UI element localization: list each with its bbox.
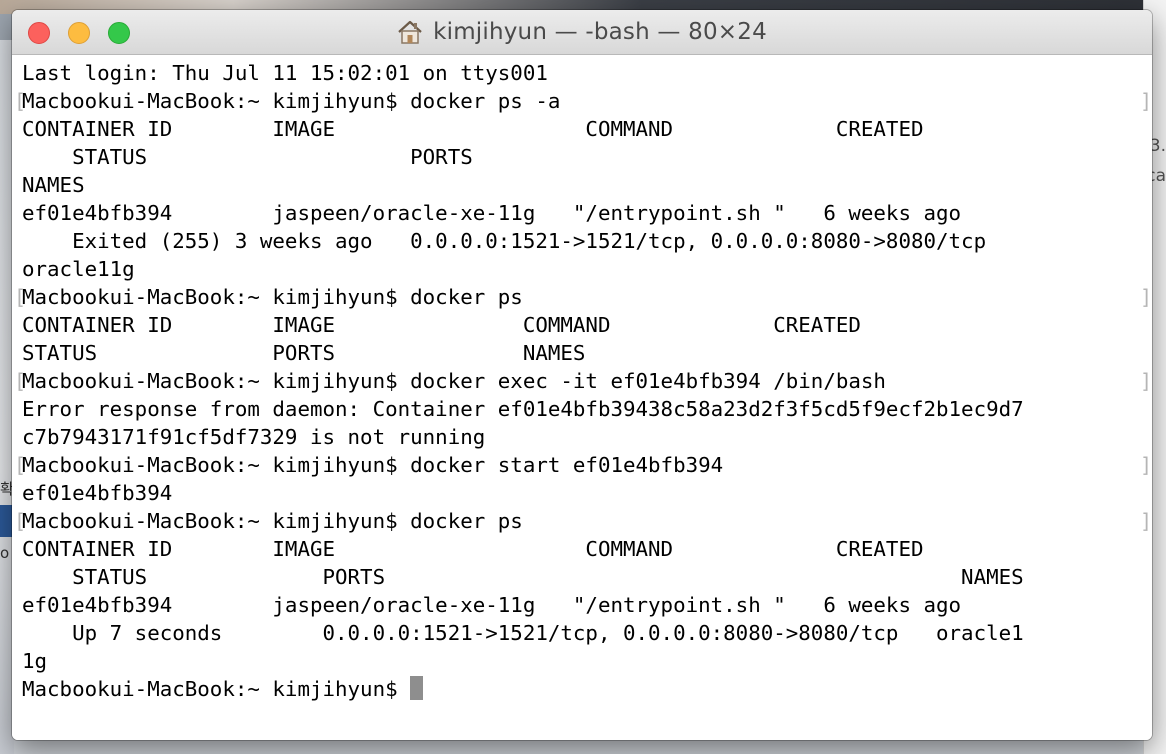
line-mark-bracket: [ <box>14 453 27 477</box>
line-mark-bracket: [ <box>14 285 27 309</box>
line-mark-bracket: [ <box>14 89 27 113</box>
terminal-line: Up 7 seconds 0.0.0.0:1521->1521/tcp, 0.0… <box>22 621 1024 645</box>
terminal-line: Last login: Thu Jul 11 15:02:01 on ttys0… <box>22 61 548 85</box>
terminal-line: CONTAINER ID IMAGE COMMAND CREATED <box>22 313 861 337</box>
terminal-line: Macbookui-MacBook:~ kimjihyun$ docker ps <box>22 509 523 533</box>
window-title-group: kimjihyun — -bash — 80×24 <box>12 10 1152 54</box>
terminal-line: NAMES <box>22 173 85 197</box>
terminal-output: Last login: Thu Jul 11 15:02:01 on ttys0… <box>22 59 1024 703</box>
window-title: kimjihyun — -bash — 80×24 <box>433 19 767 45</box>
terminal-line: ef01e4bfb394 jaspeen/oracle-xe-11g "/ent… <box>22 201 962 225</box>
terminal-line: oracle11g <box>22 257 135 281</box>
terminal-line: STATUS PORTS NAMES <box>22 565 1024 589</box>
title-bar[interactable]: kimjihyun — -bash — 80×24 <box>12 10 1152 55</box>
terminal-line: Macbookui-MacBook:~ kimjihyun$ docker ps… <box>22 89 561 113</box>
terminal-content[interactable]: Last login: Thu Jul 11 15:02:01 on ttys0… <box>12 55 1152 740</box>
line-mark-bracket: [ <box>14 509 27 533</box>
line-mark-bracket: ] <box>1140 453 1152 477</box>
background-text-fragment: 3. <box>1149 136 1166 156</box>
terminal-line: CONTAINER ID IMAGE COMMAND CREATED <box>22 117 924 141</box>
terminal-line: 1g <box>22 649 48 673</box>
line-mark-bracket: [ <box>14 369 27 393</box>
line-mark-bracket: ] <box>1140 369 1152 393</box>
terminal-line: STATUS PORTS NAMES <box>22 341 586 365</box>
terminal-line: CONTAINER ID IMAGE COMMAND CREATED <box>22 537 924 561</box>
terminal-line: ef01e4bfb394 jaspeen/oracle-xe-11g "/ent… <box>22 593 962 617</box>
background-window-left-bar <box>0 505 12 537</box>
terminal-line: ef01e4bfb394 <box>22 481 173 505</box>
background-text-fragment: o <box>0 544 10 562</box>
terminal-line: Exited (255) 3 weeks ago 0.0.0.0:1521->1… <box>22 229 987 253</box>
terminal-line: Error response from daemon: Container ef… <box>22 397 1024 421</box>
terminal-prompt-line[interactable]: Macbookui-MacBook:~ kimjihyun$ <box>22 675 1024 703</box>
line-mark-bracket: ] <box>1140 89 1152 113</box>
line-mark-bracket: ] <box>1140 285 1152 309</box>
prompt-text: Macbookui-MacBook:~ kimjihyun$ <box>22 677 411 701</box>
line-mark-bracket: ] <box>1140 509 1152 533</box>
home-icon <box>398 20 422 44</box>
terminal-line: Macbookui-MacBook:~ kimjihyun$ docker st… <box>22 453 724 477</box>
terminal-line: Macbookui-MacBook:~ kimjihyun$ docker ex… <box>22 369 886 393</box>
terminal-window: kimjihyun — -bash — 80×24 Last login: Th… <box>12 10 1152 740</box>
terminal-line: STATUS PORTS <box>22 145 473 169</box>
text-cursor <box>410 676 424 700</box>
terminal-line: c7b7943171f91cf5df7329 is not running <box>22 425 486 449</box>
terminal-line: Macbookui-MacBook:~ kimjihyun$ docker ps <box>22 285 523 309</box>
